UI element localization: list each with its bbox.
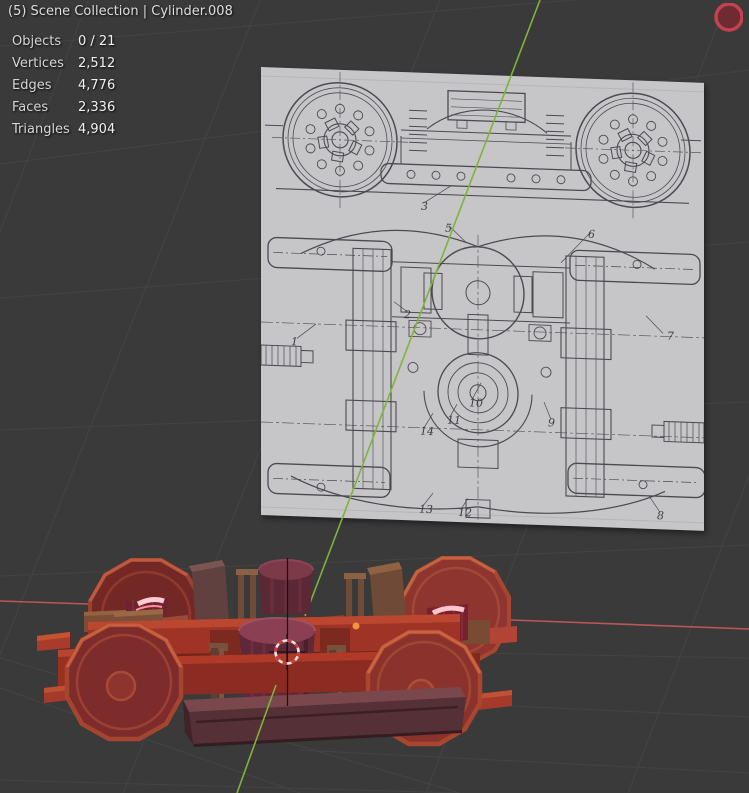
svg-text:13: 13 xyxy=(419,503,433,516)
svg-text:9: 9 xyxy=(548,416,555,429)
stat-vertices: Vertices 2,512 xyxy=(12,53,115,75)
svg-text:10: 10 xyxy=(469,396,483,409)
stat-label: Faces xyxy=(12,100,49,115)
stat-label: Triangles xyxy=(12,122,70,137)
svg-text:14: 14 xyxy=(420,425,434,438)
svg-text:1: 1 xyxy=(291,335,298,348)
stat-faces: Faces 2,336 xyxy=(12,97,115,119)
stat-value: 2,512 xyxy=(78,56,116,71)
stat-label: Vertices xyxy=(12,56,64,71)
svg-text:8: 8 xyxy=(657,509,664,522)
stat-label: Edges xyxy=(12,78,52,93)
stat-objects: Objects 0 / 21 xyxy=(12,31,115,53)
reference-blueprint-plane[interactable]: 3 5 6 1 2 7 10 11 14 9 13 12 8 xyxy=(261,67,704,531)
breadcrumb: (5) Scene Collection | Cylinder.008 xyxy=(8,4,233,19)
side-elevation-view xyxy=(265,68,702,222)
blender-3d-viewport[interactable]: 3 5 6 1 2 7 10 11 14 9 13 12 8 (5) Scene… xyxy=(0,0,749,793)
x-axis-line xyxy=(0,600,749,630)
plan-view xyxy=(261,185,704,521)
stat-triangles: Triangles 4,904 xyxy=(12,119,115,141)
svg-text:7: 7 xyxy=(667,330,674,343)
stat-value: 4,776 xyxy=(78,78,116,93)
svg-text:6: 6 xyxy=(588,228,595,241)
statistics-overlay: Objects 0 / 21 Vertices 2,512 Edges 4,77… xyxy=(12,31,115,141)
svg-text:11: 11 xyxy=(447,414,461,427)
svg-text:3: 3 xyxy=(421,200,428,213)
svg-text:12: 12 xyxy=(458,506,472,519)
stat-label: Objects xyxy=(12,34,62,49)
stat-value: 0 / 21 xyxy=(78,34,116,49)
bogie-technical-drawing: 3 5 6 1 2 7 10 11 14 9 13 12 8 xyxy=(261,68,704,524)
svg-text:5: 5 xyxy=(445,222,452,235)
stat-edges: Edges 4,776 xyxy=(12,75,115,97)
navigation-gizmo-x-axis[interactable] xyxy=(703,3,743,43)
svg-text:2: 2 xyxy=(403,308,411,321)
x-axis-gizmo-ball xyxy=(714,3,743,32)
stat-value: 4,904 xyxy=(78,122,116,137)
stat-value: 2,336 xyxy=(78,100,116,115)
